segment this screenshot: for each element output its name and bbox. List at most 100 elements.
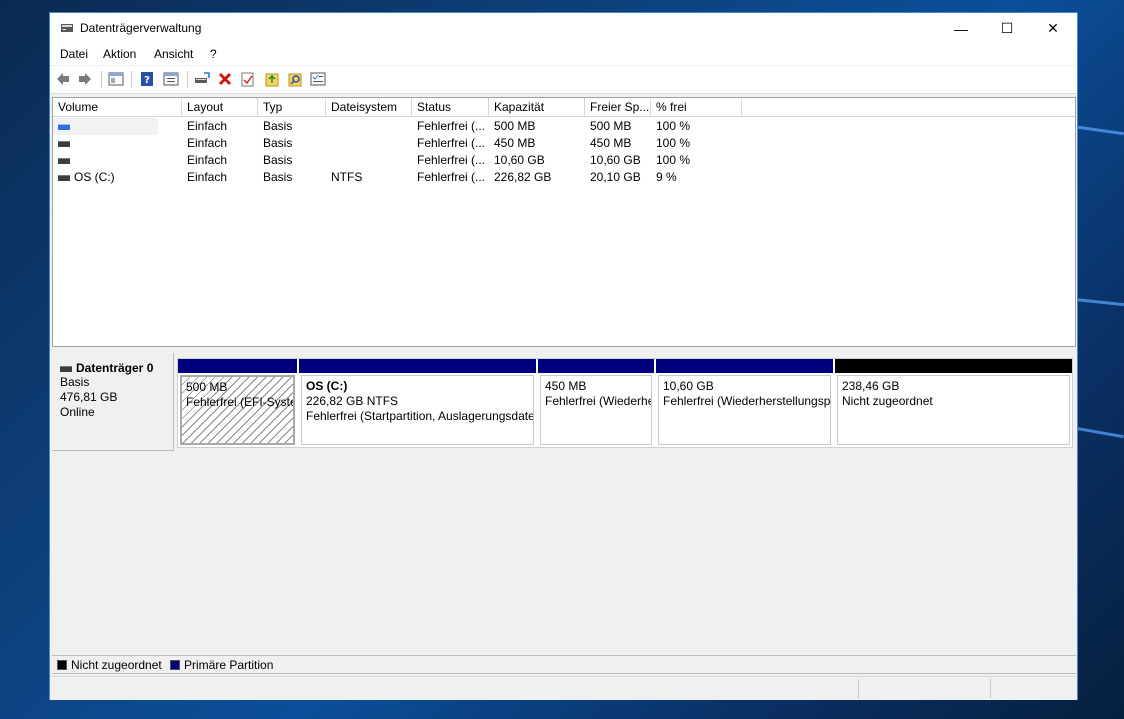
- legend-unallocated: Nicht zugeordnet: [57, 658, 162, 672]
- volume-icon: [58, 157, 70, 164]
- connect-disk-icon[interactable]: [194, 71, 210, 87]
- column-header-layout[interactable]: Layout: [182, 98, 258, 116]
- toolbar: ?: [50, 66, 1077, 94]
- partition-recovery-1[interactable]: 450 MB Fehlerfrei (Wiederherstellungspar…: [538, 359, 654, 447]
- volume-row[interactable]: Einfach Basis Fehlerfrei (... 10,60 GB 1…: [53, 152, 1075, 169]
- typ-cell: Basis: [263, 136, 293, 150]
- status-bar: [50, 676, 1077, 700]
- disk-management-window: Datenträgerverwaltung — ☐ ✕ Datei Aktion…: [49, 12, 1078, 700]
- disk-state: Online: [60, 405, 95, 419]
- kapazitaet-cell: 226,82 GB: [494, 170, 552, 184]
- title-bar: Datenträgerverwaltung — ☐ ✕: [50, 13, 1077, 44]
- toolbar-separator: [131, 71, 132, 88]
- export-folder-icon[interactable]: [264, 71, 280, 87]
- freier-speicher-cell: 500 MB: [590, 119, 632, 133]
- delete-icon[interactable]: [217, 71, 233, 87]
- column-header-typ[interactable]: Typ: [258, 98, 326, 116]
- freier-speicher-cell: 450 MB: [590, 136, 632, 150]
- freier-speicher-cell: 20,10 GB: [590, 170, 641, 184]
- menu-ansicht[interactable]: Ansicht: [154, 47, 193, 61]
- prozent-frei-cell: 100 %: [656, 136, 691, 150]
- column-header-kapazitaet[interactable]: Kapazität: [489, 98, 585, 116]
- partition-body: 500 MB Fehlerfrei (EFI-Systempartition): [180, 375, 295, 445]
- volume-icon: [58, 140, 70, 147]
- partition-size: 500 MB: [186, 380, 228, 394]
- legend-swatch-black: [57, 660, 67, 670]
- layout-cell: Einfach: [187, 170, 228, 184]
- volume-row[interactable]: Einfach Basis Fehlerfrei (... 450 MB 450…: [53, 135, 1075, 152]
- legend-bar: Nicht zugeordnet Primäre Partition: [52, 655, 1076, 674]
- legend-label: Primäre Partition: [184, 658, 274, 672]
- partition-size: 450 MB: [545, 379, 587, 393]
- back-icon[interactable]: [55, 71, 71, 87]
- menu-help[interactable]: ?: [210, 47, 217, 61]
- disk-type: Basis: [60, 375, 90, 389]
- volume-icon: [58, 174, 70, 181]
- menu-aktion[interactable]: Aktion: [103, 47, 136, 61]
- volume-cell: [53, 118, 158, 135]
- menu-bar: Datei Aktion Ansicht ?: [50, 44, 1077, 65]
- freier-speicher-cell: 10,60 GB: [590, 153, 641, 167]
- volume-row[interactable]: Einfach Basis Fehlerfrei (... 500 MB 500…: [53, 118, 1075, 135]
- partition-recovery-2[interactable]: 10,60 GB Fehlerfrei (Wiederherstellungsp…: [656, 359, 833, 447]
- column-header-status[interactable]: Status: [412, 98, 489, 116]
- partition-bar: [835, 359, 1072, 373]
- help-icon[interactable]: ?: [139, 71, 155, 87]
- menu-datei[interactable]: Datei: [60, 47, 88, 61]
- status-separator: [990, 679, 991, 698]
- properties-icon[interactable]: [163, 71, 179, 87]
- show-hide-console-tree-icon[interactable]: [108, 71, 124, 87]
- status-cell: Fehlerfrei (...: [417, 136, 486, 150]
- partition-os-c[interactable]: OS (C:) 226,82 GB NTFS Fehlerfrei (Start…: [299, 359, 536, 447]
- maximize-button[interactable]: ☐: [984, 13, 1030, 44]
- partition-status: Fehlerfrei (Startpartition, Auslagerungs…: [306, 409, 534, 423]
- dateisystem-cell: NTFS: [331, 170, 363, 184]
- legend-label: Nicht zugeordnet: [71, 658, 162, 672]
- partition-efi[interactable]: 500 MB Fehlerfrei (EFI-Systempartition): [178, 359, 297, 447]
- disk-size: 476,81 GB: [60, 390, 118, 404]
- column-header-dateisystem[interactable]: Dateisystem: [326, 98, 412, 116]
- dateisystem-cell: [326, 135, 412, 152]
- legend-primary-partition: Primäre Partition: [170, 658, 273, 672]
- disk-info-box[interactable]: Datenträger 0 Basis 476,81 GB Online: [52, 353, 174, 451]
- partition-body: 238,46 GB Nicht zugeordnet: [837, 375, 1070, 445]
- dateisystem-cell: [326, 152, 412, 169]
- status-cell: Fehlerfrei (...: [417, 170, 486, 184]
- volume-list-header: Volume Layout Typ Dateisystem Status Kap…: [53, 98, 1075, 117]
- prozent-frei-cell: 100 %: [656, 119, 691, 133]
- partition-strip: 500 MB Fehlerfrei (EFI-Systempartition) …: [177, 358, 1073, 448]
- column-header-freier-speicher[interactable]: Freier Sp...: [585, 98, 651, 116]
- minimize-button[interactable]: —: [938, 13, 984, 44]
- typ-cell: Basis: [263, 170, 293, 184]
- disk-management-app-icon: [60, 21, 74, 35]
- volume-name: OS (C:): [74, 170, 115, 184]
- status-separator: [858, 679, 859, 698]
- kapazitaet-cell: 450 MB: [494, 136, 536, 150]
- kapazitaet-cell: 500 MB: [494, 119, 536, 133]
- partition-bar: [656, 359, 833, 373]
- close-button[interactable]: ✕: [1030, 13, 1076, 44]
- toolbar-separator: [187, 71, 188, 88]
- check-icon[interactable]: [240, 71, 256, 87]
- search-folder-icon[interactable]: [287, 71, 303, 87]
- partition-bar: [178, 359, 297, 373]
- volume-cell: OS (C:): [53, 169, 182, 186]
- partition-unallocated[interactable]: 238,46 GB Nicht zugeordnet: [835, 359, 1072, 447]
- layout-cell: Einfach: [187, 153, 228, 167]
- partition-title: OS (C:): [306, 379, 348, 393]
- status-cell: Fehlerfrei (...: [417, 119, 486, 133]
- typ-cell: Basis: [263, 119, 293, 133]
- dateisystem-cell: [326, 118, 412, 135]
- options-icon[interactable]: [310, 71, 326, 87]
- column-header-prozent-frei[interactable]: % frei: [651, 98, 742, 116]
- volume-row[interactable]: OS (C:) Einfach Basis NTFS Fehlerfrei (.…: [53, 169, 1075, 186]
- kapazitaet-cell: 10,60 GB: [494, 153, 545, 167]
- forward-icon[interactable]: [77, 71, 93, 87]
- partition-size: 226,82 GB NTFS: [306, 394, 399, 408]
- disk-graphical-view: Datenträger 0 Basis 476,81 GB Online 500…: [52, 353, 1076, 655]
- partition-status: Fehlerfrei (EFI-Systempartition): [186, 395, 295, 409]
- partition-status: Nicht zugeordnet: [842, 394, 933, 408]
- column-header-volume[interactable]: Volume: [53, 98, 182, 116]
- volume-cell: [53, 152, 182, 169]
- partition-body: OS (C:) 226,82 GB NTFS Fehlerfrei (Start…: [301, 375, 534, 445]
